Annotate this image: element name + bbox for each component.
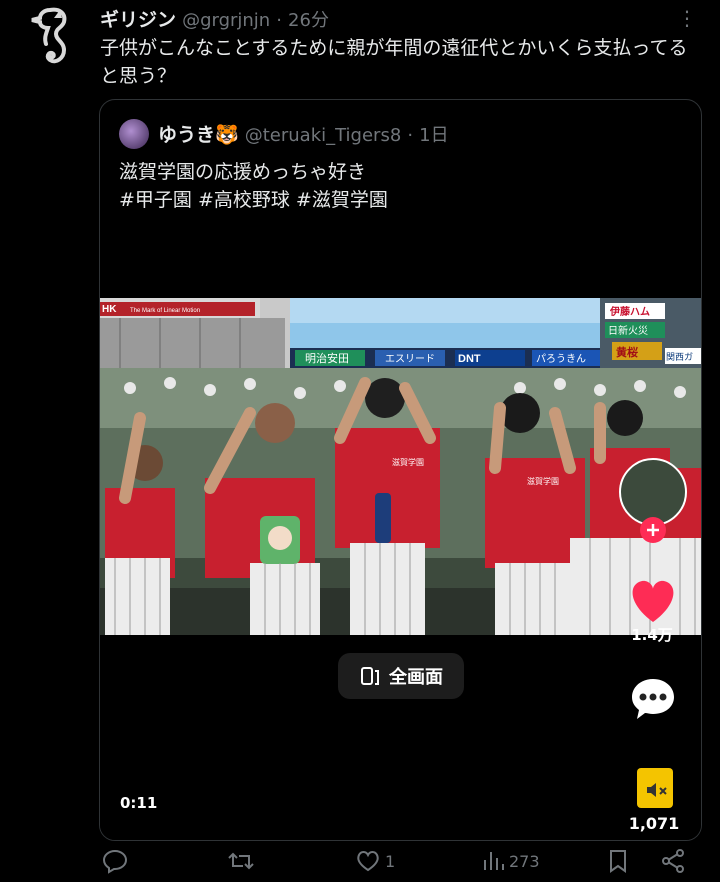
- views-button[interactable]: 273: [481, 848, 540, 874]
- ad-dnt: DNT: [458, 353, 481, 365]
- author-handle[interactable]: @grgrjnjn: [182, 10, 270, 31]
- tweet-text: 子供がこんなことするために親が年間の遠征代とかいくら支払ってると思う？: [100, 37, 688, 87]
- quote-time[interactable]: 1日: [419, 125, 448, 146]
- like-icon: [357, 851, 379, 872]
- reply-button[interactable]: [102, 848, 128, 874]
- reply-icon: [102, 849, 128, 874]
- views-bar-chart-icon: [484, 852, 504, 870]
- jersey-text-2: 滋賀学園: [527, 476, 559, 486]
- share-button[interactable]: [660, 848, 686, 874]
- separator: ·: [276, 10, 282, 31]
- comment-icon[interactable]: [630, 676, 676, 722]
- video-elapsed-time: 0:11: [120, 794, 158, 812]
- author-name[interactable]: ギリジン: [100, 9, 176, 31]
- ad-kansai: 関西ガ: [666, 352, 693, 363]
- creator-avatar[interactable]: [619, 458, 687, 526]
- seahorse-icon: [31, 7, 67, 64]
- banner-sub-text: The Mark of Linear Motion: [130, 308, 200, 314]
- video-like-count: 1.4万: [631, 626, 673, 644]
- quoted-tweet[interactable]: ゆうき🐯 @teruaki_Tigers8 · 1日 滋賀学園の応援めっちゃ好き…: [99, 99, 702, 841]
- like-count: 1: [385, 851, 396, 871]
- separator: ·: [407, 125, 414, 146]
- quote-author-name[interactable]: ゆうき🐯: [158, 124, 239, 146]
- more-options-icon[interactable]: ⋮: [677, 8, 697, 28]
- retweet-button[interactable]: [227, 848, 255, 874]
- speaker-muted-icon: [647, 783, 667, 797]
- banner-left-text: HK: [102, 304, 117, 315]
- ad-kizakura: 黄桜: [616, 345, 638, 359]
- fullscreen-icon: [361, 667, 379, 685]
- stadium-scene: HK The Mark of Linear Motion 明治安田 エスリード …: [100, 298, 701, 635]
- quote-author-handle[interactable]: @teruaki_Tigers8: [245, 125, 402, 146]
- retweet-icon: [228, 852, 254, 870]
- view-count: 273: [509, 851, 540, 871]
- tweet-header: ギリジン @grgrjnjn · 26分: [100, 5, 329, 32]
- ad-rokin: パろうきん: [536, 353, 586, 365]
- fullscreen-label: 全画面: [389, 667, 443, 688]
- bookmark-icon: [610, 850, 626, 873]
- quote-header: ゆうき🐯 @teruaki_Tigers8 · 1日: [158, 120, 449, 147]
- fullscreen-button[interactable]: 全画面: [338, 653, 464, 699]
- quote-text: 滋賀学園の応援めっちゃ好き #甲子園 #高校野球 #滋賀学園: [119, 161, 388, 211]
- ad-esuriido: エスリード: [385, 354, 435, 365]
- mute-button[interactable]: [637, 768, 673, 808]
- bookmark-button[interactable]: [607, 848, 629, 874]
- like-button[interactable]: 1: [355, 848, 395, 874]
- share-icon: [662, 849, 684, 873]
- tweet-time[interactable]: 26分: [288, 10, 329, 31]
- ad-nisshin: 日新火災: [608, 324, 648, 337]
- video-frame[interactable]: HK The Mark of Linear Motion 明治安田 エスリード …: [100, 298, 701, 635]
- ad-meiji: 明治安田: [305, 351, 349, 365]
- ad-itoham: 伊藤ハム: [609, 305, 650, 318]
- jersey-text-1: 滋賀学園: [392, 457, 424, 467]
- quote-author-avatar[interactable]: [119, 119, 149, 149]
- tweet-action-bar: 1 273: [0, 840, 720, 882]
- author-avatar[interactable]: [20, 4, 82, 70]
- video-second-count: 1,071: [628, 814, 680, 833]
